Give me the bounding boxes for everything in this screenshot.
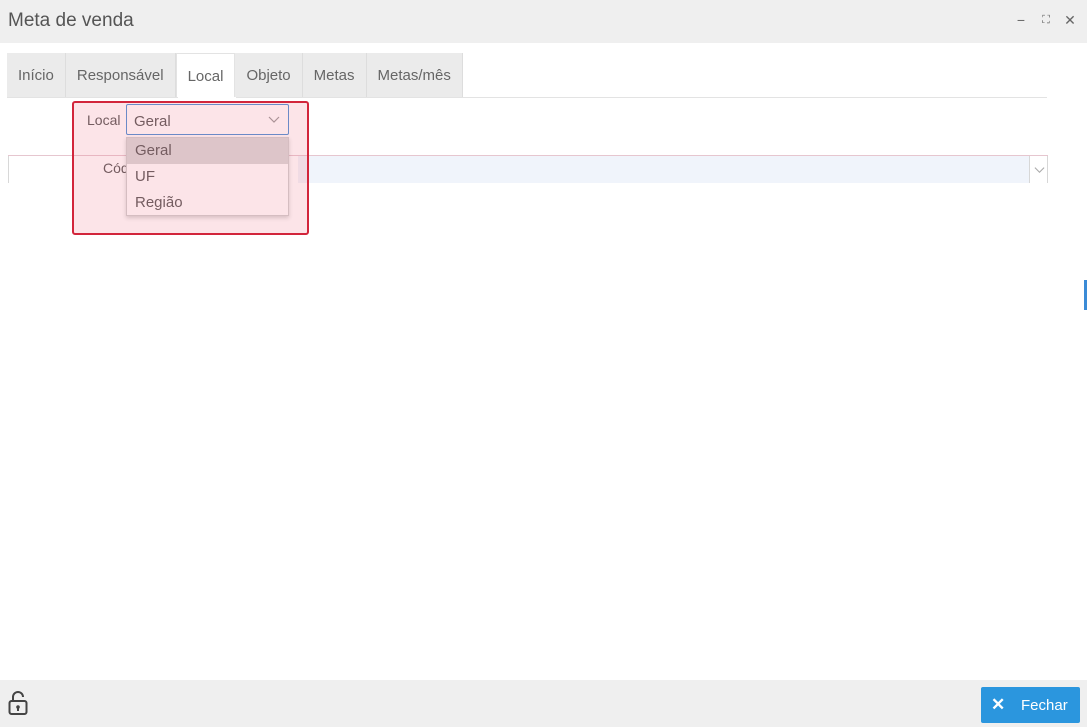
option-regiao[interactable]: Região <box>127 190 288 216</box>
footer-bar <box>0 680 1087 727</box>
active-tab-gap <box>178 97 236 98</box>
close-icon: ✕ <box>991 695 1006 714</box>
unlock-icon[interactable] <box>8 690 28 716</box>
dialog-window: Meta de venda − ⛶ ✕ Início Responsável L… <box>0 0 1087 727</box>
option-uf[interactable]: UF <box>127 164 288 190</box>
minimize-button[interactable]: − <box>1013 12 1029 28</box>
local-dropdown-list: Geral UF Região <box>126 137 289 216</box>
tab-responsavel[interactable]: Responsável <box>65 53 176 98</box>
codigo-dropdown-button[interactable] <box>1029 156 1048 183</box>
option-geral[interactable]: Geral <box>127 138 288 164</box>
chevron-down-icon <box>1034 167 1045 174</box>
tab-metas[interactable]: Metas <box>302 53 367 98</box>
tab-objeto[interactable]: Objeto <box>235 53 303 98</box>
tab-metas-mes[interactable]: Metas/mês <box>366 53 463 98</box>
codigo-input[interactable] <box>298 156 1029 183</box>
chevron-down-icon <box>268 116 280 123</box>
local-label: Local <box>87 112 121 128</box>
codigo-label: Cód <box>103 160 129 176</box>
window-title: Meta de venda <box>8 10 134 31</box>
tab-local[interactable]: Local <box>175 53 236 98</box>
title-bar[interactable]: Meta de venda − ⛶ ✕ <box>0 0 1087 43</box>
fechar-button[interactable]: ✕ Fechar <box>981 687 1080 723</box>
local-select-value: Geral <box>134 113 171 130</box>
fechar-label: Fechar <box>1021 697 1068 714</box>
local-select[interactable]: Geral <box>126 104 289 135</box>
tab-bar: Início Responsável Local Objeto Metas Me… <box>7 53 463 98</box>
codigo-row-border <box>8 156 9 183</box>
maximize-button[interactable]: ⛶ <box>1038 14 1054 27</box>
close-window-button[interactable]: ✕ <box>1062 12 1078 29</box>
tab-divider <box>7 97 1047 98</box>
tab-inicio[interactable]: Início <box>7 53 66 98</box>
